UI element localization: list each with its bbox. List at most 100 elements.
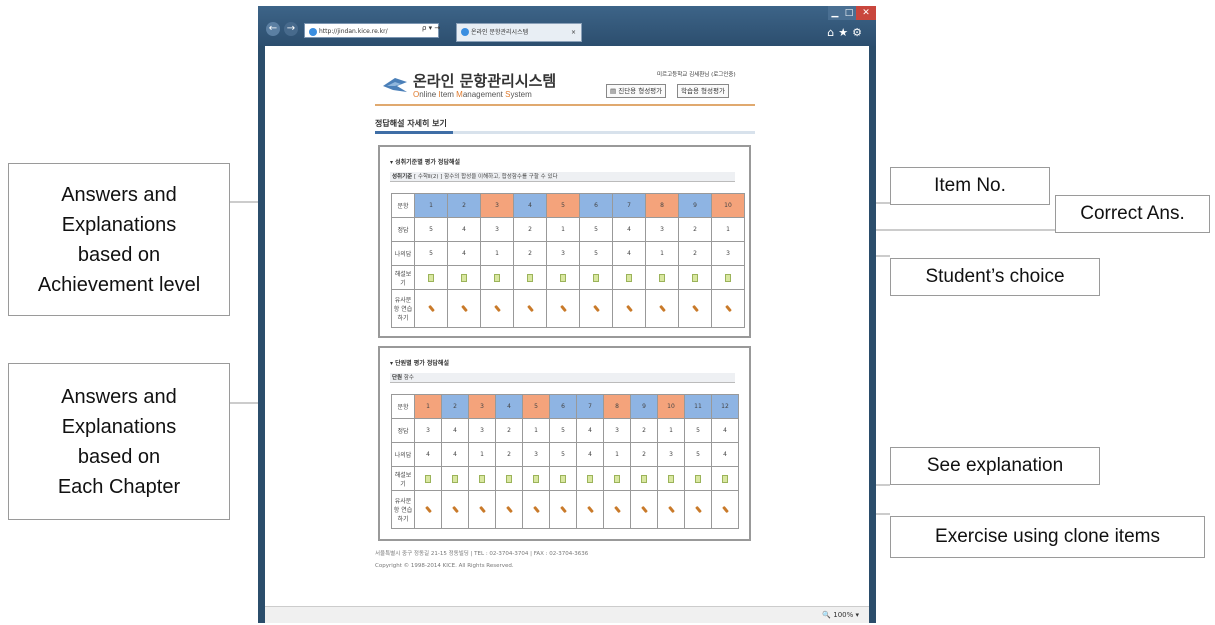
view-explanation-cell[interactable]	[630, 466, 658, 491]
maximize-button[interactable]: □	[842, 6, 856, 20]
clone-exercise-cell[interactable]	[579, 289, 613, 328]
clone-exercise-cell[interactable]	[657, 490, 685, 529]
explanation-note-icon[interactable]	[668, 474, 674, 483]
view-explanation-cell[interactable]	[603, 466, 631, 491]
view-explanation-cell[interactable]	[579, 265, 613, 290]
pencil-icon[interactable]	[658, 304, 666, 313]
clone-exercise-cell[interactable]	[447, 289, 481, 328]
view-explanation-cell[interactable]	[522, 466, 550, 491]
explanation-note-icon[interactable]	[527, 273, 533, 282]
clone-exercise-cell[interactable]	[468, 490, 496, 529]
explanation-note-icon[interactable]	[659, 273, 665, 282]
clone-exercise-cell[interactable]	[480, 289, 514, 328]
pencil-icon[interactable]	[559, 304, 567, 313]
view-explanation-cell[interactable]	[546, 265, 580, 290]
pencil-icon[interactable]	[493, 304, 501, 313]
pencil-icon[interactable]	[526, 304, 534, 313]
explanation-note-icon[interactable]	[452, 474, 458, 483]
diagnostic-assessment-button[interactable]: ▤ 진단용 형성평가	[606, 84, 667, 98]
clone-exercise-cell[interactable]	[414, 490, 442, 529]
explanation-note-icon[interactable]	[428, 273, 434, 282]
clone-exercise-cell[interactable]	[414, 289, 448, 328]
clone-exercise-cell[interactable]	[603, 490, 631, 529]
explanation-note-icon[interactable]	[641, 474, 647, 483]
clone-exercise-cell[interactable]	[711, 490, 739, 529]
clone-exercise-cell[interactable]	[576, 490, 604, 529]
pencil-icon[interactable]	[724, 304, 732, 313]
pencil-icon[interactable]	[640, 505, 648, 514]
explanation-note-icon[interactable]	[560, 273, 566, 282]
zoom-level[interactable]: 100%	[833, 611, 853, 619]
tab-active[interactable]: 온라인 문항관리시스템 ×	[456, 23, 582, 42]
clone-exercise-cell[interactable]	[645, 289, 679, 328]
pencil-icon[interactable]	[559, 505, 567, 514]
view-explanation-cell[interactable]	[495, 466, 523, 491]
search-refresh-icons[interactable]: ρ ▾ →	[422, 24, 440, 32]
clone-exercise-cell[interactable]	[546, 289, 580, 328]
clone-exercise-cell[interactable]	[711, 289, 745, 328]
clone-exercise-cell[interactable]	[495, 490, 523, 529]
explanation-note-icon[interactable]	[533, 474, 539, 483]
pencil-icon[interactable]	[667, 505, 675, 514]
view-explanation-cell[interactable]	[414, 265, 448, 290]
clone-exercise-cell[interactable]	[549, 490, 577, 529]
view-explanation-cell[interactable]	[612, 265, 646, 290]
tab-close-icon[interactable]: ×	[571, 24, 576, 41]
clone-exercise-cell[interactable]	[441, 490, 469, 529]
explanation-note-icon[interactable]	[461, 273, 467, 282]
pencil-icon[interactable]	[625, 304, 633, 313]
view-explanation-cell[interactable]	[480, 265, 514, 290]
pencil-icon[interactable]	[586, 505, 594, 514]
explanation-note-icon[interactable]	[695, 474, 701, 483]
close-window-button[interactable]: ✕	[856, 6, 876, 20]
forward-icon[interactable]: →	[284, 22, 298, 36]
learning-assessment-button[interactable]: 학습용 형성평가	[677, 84, 729, 98]
clone-exercise-cell[interactable]	[513, 289, 547, 328]
home-favorites-settings-icons[interactable]: ⌂★⚙	[827, 26, 866, 39]
explanation-note-icon[interactable]	[725, 273, 731, 282]
view-explanation-cell[interactable]	[513, 265, 547, 290]
clone-exercise-cell[interactable]	[678, 289, 712, 328]
view-explanation-cell[interactable]	[468, 466, 496, 491]
pencil-icon[interactable]	[505, 505, 513, 514]
pencil-icon[interactable]	[532, 505, 540, 514]
pencil-icon[interactable]	[427, 304, 435, 313]
pencil-icon[interactable]	[694, 505, 702, 514]
explanation-note-icon[interactable]	[494, 273, 500, 282]
view-explanation-cell[interactable]	[414, 466, 442, 491]
pencil-icon[interactable]	[721, 505, 729, 514]
explanation-note-icon[interactable]	[560, 474, 566, 483]
explanation-note-icon[interactable]	[425, 474, 431, 483]
view-explanation-cell[interactable]	[549, 466, 577, 491]
explanation-note-icon[interactable]	[506, 474, 512, 483]
pencil-icon[interactable]	[478, 505, 486, 514]
view-explanation-cell[interactable]	[678, 265, 712, 290]
clone-exercise-cell[interactable]	[630, 490, 658, 529]
view-explanation-cell[interactable]	[657, 466, 685, 491]
explanation-note-icon[interactable]	[722, 474, 728, 483]
view-explanation-cell[interactable]	[441, 466, 469, 491]
clone-exercise-cell[interactable]	[684, 490, 712, 529]
view-explanation-cell[interactable]	[711, 466, 739, 491]
explanation-note-icon[interactable]	[626, 273, 632, 282]
view-explanation-cell[interactable]	[576, 466, 604, 491]
view-explanation-cell[interactable]	[645, 265, 679, 290]
clone-exercise-cell[interactable]	[612, 289, 646, 328]
pencil-icon[interactable]	[451, 505, 459, 514]
view-explanation-cell[interactable]	[447, 265, 481, 290]
explanation-note-icon[interactable]	[479, 474, 485, 483]
explanation-note-icon[interactable]	[614, 474, 620, 483]
pencil-icon[interactable]	[592, 304, 600, 313]
minimize-button[interactable]: ▁	[828, 6, 842, 20]
view-explanation-cell[interactable]	[684, 466, 712, 491]
pencil-icon[interactable]	[613, 505, 621, 514]
zoom-icon[interactable]: 🔍	[822, 611, 831, 619]
back-icon[interactable]: ←	[266, 22, 280, 36]
clone-exercise-cell[interactable]	[522, 490, 550, 529]
explanation-note-icon[interactable]	[593, 273, 599, 282]
pencil-icon[interactable]	[424, 505, 432, 514]
view-explanation-cell[interactable]	[711, 265, 745, 290]
explanation-note-icon[interactable]	[692, 273, 698, 282]
pencil-icon[interactable]	[460, 304, 468, 313]
address-bar[interactable]: http://jindan.kice.re.kr/	[304, 23, 439, 38]
